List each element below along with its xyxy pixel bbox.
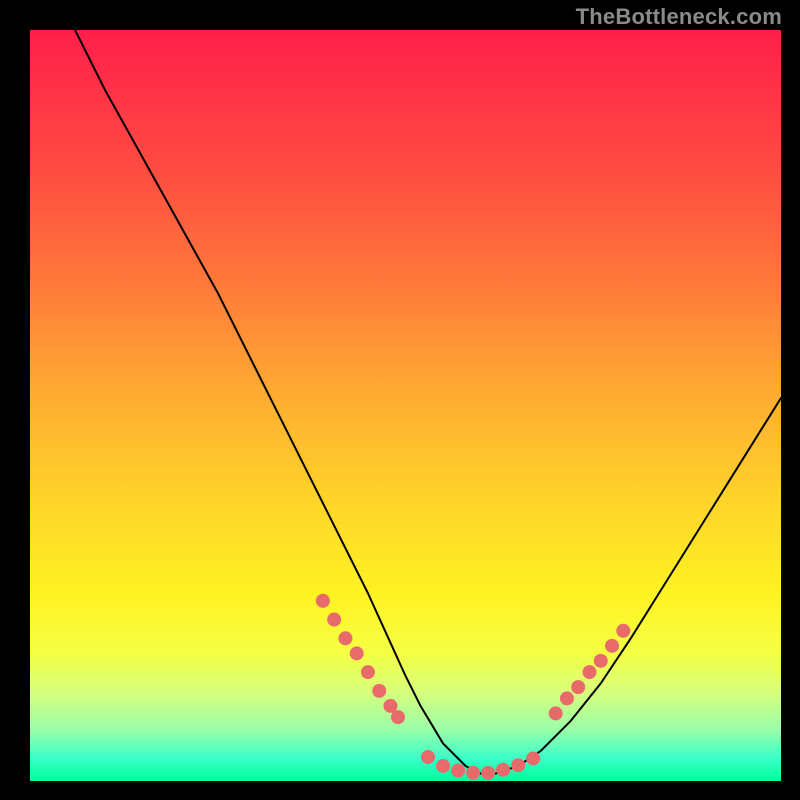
data-point [451, 763, 465, 777]
chart-svg [30, 30, 781, 781]
data-point [571, 680, 585, 694]
data-point [327, 613, 341, 627]
chart-container: TheBottleneck.com [0, 0, 800, 800]
data-point [338, 631, 352, 645]
data-point [391, 710, 405, 724]
data-point [361, 665, 375, 679]
data-point [466, 766, 480, 780]
watermark-text: TheBottleneck.com [576, 4, 782, 30]
curve-line [75, 30, 781, 773]
data-point [350, 646, 364, 660]
data-point [583, 665, 597, 679]
data-point [549, 706, 563, 720]
data-point [496, 763, 510, 777]
data-point [616, 624, 630, 638]
data-point [526, 751, 540, 765]
data-point [560, 691, 574, 705]
data-point [605, 639, 619, 653]
data-point [594, 654, 608, 668]
data-point [316, 594, 330, 608]
data-point [511, 758, 525, 772]
data-point [481, 766, 495, 780]
data-point [436, 759, 450, 773]
data-point [372, 684, 386, 698]
data-point [421, 750, 435, 764]
